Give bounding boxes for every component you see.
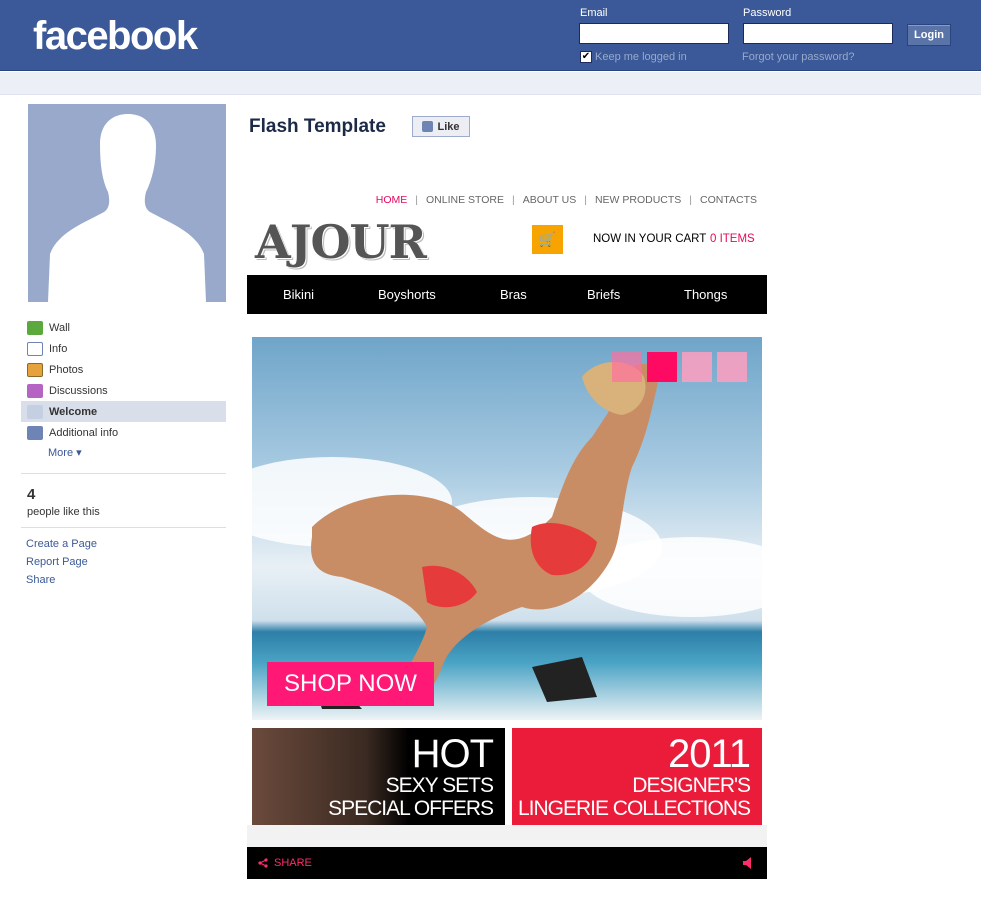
sidebar-item-label: Info xyxy=(49,342,68,355)
thumbs-up-icon xyxy=(422,121,434,132)
top-bar: facebook Email Password Login ✔ Keep me … xyxy=(0,0,981,71)
additional-info-icon xyxy=(27,425,43,440)
sidebar-divider xyxy=(21,473,226,474)
like-button[interactable]: Like xyxy=(412,116,470,137)
sidebar-item-info[interactable]: Info xyxy=(21,338,226,359)
flash-template: HOME | ONLINE STORE | ABOUT US | NEW PRODUC… xyxy=(247,185,767,879)
slide-dot-3[interactable] xyxy=(682,352,712,382)
more-link[interactable]: More ▾ xyxy=(21,443,226,463)
sidebar-item-label: Photos xyxy=(49,363,84,376)
hero-banner[interactable]: SHOP NOW xyxy=(252,337,762,720)
speaker-icon[interactable] xyxy=(743,856,753,870)
photos-icon xyxy=(27,362,43,377)
promo-heading: 2011 xyxy=(667,732,751,776)
sub-header-bar xyxy=(0,72,981,95)
sidebar-nav: Wall Info Photos Discussions Welcome Add… xyxy=(21,317,226,463)
promo-line: LINGERIE COLLECTIONS xyxy=(517,797,751,820)
share-icon xyxy=(258,858,268,868)
promo-heading: HOT xyxy=(411,732,494,776)
keep-logged-in-checkbox[interactable]: ✔ xyxy=(580,51,592,63)
share-label: SHARE xyxy=(274,857,312,869)
profile-picture[interactable] xyxy=(28,104,226,302)
promo-2011-banner[interactable]: 2011 DESIGNER'S LINGERIE COLLECTIONS xyxy=(512,728,762,825)
nav-about-us[interactable]: ABOUT US xyxy=(523,194,576,206)
category-bar: Bikini Boyshorts Bras Briefs Thongs xyxy=(247,275,767,314)
slide-dot-2[interactable] xyxy=(647,352,677,382)
footer-bar: SHARE xyxy=(247,847,767,879)
promo-line: SEXY SETS xyxy=(385,774,494,797)
cart-icon[interactable]: 🛒 xyxy=(532,225,563,254)
promo-hot-banner[interactable]: HOT SEXY SETS SPECIAL OFFERS xyxy=(252,728,505,825)
sidebar-item-discussions[interactable]: Discussions xyxy=(21,380,226,401)
nav-contacts[interactable]: CONTACTS xyxy=(700,194,757,206)
sidebar-item-wall[interactable]: Wall xyxy=(21,317,226,338)
like-label: Like xyxy=(437,120,460,133)
cart-text: NOW IN YOUR CART xyxy=(593,233,707,245)
page-title: Flash Template xyxy=(249,116,386,137)
promo-line: DESIGNER'S xyxy=(632,774,751,797)
password-input[interactable] xyxy=(743,23,893,44)
share-link[interactable]: Share xyxy=(26,574,55,586)
welcome-icon xyxy=(27,404,43,419)
email-label: Email xyxy=(580,7,608,19)
likes-count[interactable]: 4 xyxy=(27,486,35,503)
chevron-down-icon: ▾ xyxy=(73,447,82,459)
discussions-icon xyxy=(27,383,43,398)
category-boyshorts[interactable]: Boyshorts xyxy=(378,287,436,302)
sidebar-item-label: Additional info xyxy=(49,426,119,439)
slide-dot-1[interactable] xyxy=(612,352,642,382)
store-top-nav: HOME | ONLINE STORE | ABOUT US | NEW PRODUC… xyxy=(375,194,757,206)
password-label: Password xyxy=(743,7,792,19)
sidebar-item-label: Wall xyxy=(49,321,70,334)
sidebar-item-label: Welcome xyxy=(49,405,98,418)
shop-now-button[interactable]: SHOP NOW xyxy=(267,662,434,706)
login-button[interactable]: Login xyxy=(907,24,951,46)
sidebar-item-welcome[interactable]: Welcome xyxy=(21,401,226,422)
nav-home[interactable]: HOME xyxy=(376,194,408,206)
sidebar-divider xyxy=(21,527,226,528)
keep-logged-in-label: Keep me logged in xyxy=(595,51,687,63)
promo-line: SPECIAL OFFERS xyxy=(328,797,494,820)
share-button[interactable]: SHARE xyxy=(258,857,312,869)
cart-items[interactable]: 0 ITEMS xyxy=(710,233,755,245)
category-thongs[interactable]: Thongs xyxy=(684,287,727,302)
forgot-password-link[interactable]: Forgot your password? xyxy=(742,51,855,63)
nav-online-store[interactable]: ONLINE STORE xyxy=(426,194,504,206)
keep-logged-in[interactable]: ✔ Keep me logged in xyxy=(580,51,687,63)
category-bras[interactable]: Bras xyxy=(500,287,527,302)
facebook-logo[interactable]: facebook xyxy=(33,14,198,59)
decorative-pattern xyxy=(247,825,767,847)
wall-icon xyxy=(27,320,43,335)
report-page-link[interactable]: Report Page xyxy=(26,556,88,568)
category-briefs[interactable]: Briefs xyxy=(587,287,620,302)
create-page-link[interactable]: Create a Page xyxy=(26,538,97,550)
nav-new-products[interactable]: NEW PRODUCTS xyxy=(595,194,681,206)
category-bikini[interactable]: Bikini xyxy=(283,287,314,302)
sidebar-item-photos[interactable]: Photos xyxy=(21,359,226,380)
brand-logo[interactable]: AJOUR xyxy=(255,215,427,269)
info-icon xyxy=(27,341,43,356)
likes-text: people like this xyxy=(27,506,100,518)
sidebar-item-label: Discussions xyxy=(49,384,108,397)
sidebar-item-additional-info[interactable]: Additional info xyxy=(21,422,226,443)
slide-dot-4[interactable] xyxy=(717,352,747,382)
email-input[interactable] xyxy=(579,23,729,44)
more-label: More xyxy=(48,447,74,459)
silhouette-icon xyxy=(48,114,206,302)
